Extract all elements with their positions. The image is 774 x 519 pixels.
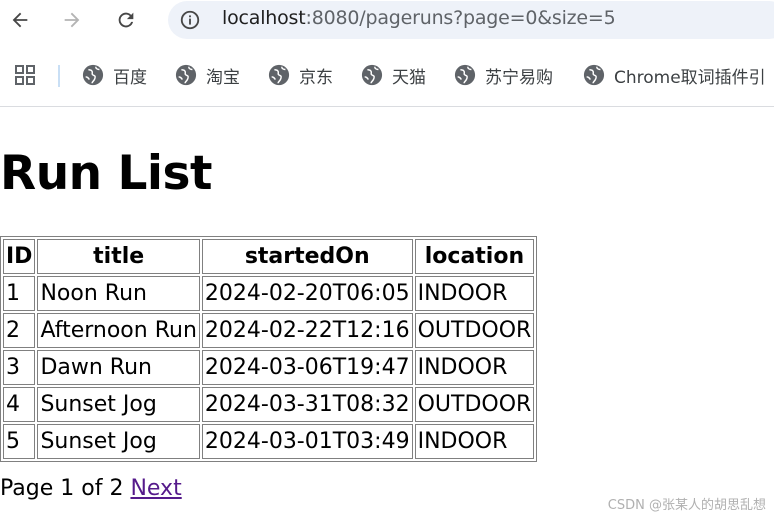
cell-started-on: 2024-03-01T03:49 — [201, 424, 413, 459]
column-header-started-on: startedOn — [201, 239, 413, 274]
cell-title: Sunset Jog — [37, 424, 200, 459]
table-row: 3 Dawn Run 2024-03-06T19:47 INDOOR — [3, 350, 535, 385]
reload-icon — [118, 12, 134, 28]
column-header-title: title — [37, 239, 200, 274]
address-bar[interactable]: localhost:8080/pageruns?page=0&size=5 — [168, 1, 774, 39]
bookmark-label: 京东 — [299, 67, 333, 88]
globe-icon — [82, 64, 104, 86]
cell-id: 5 — [3, 424, 36, 459]
globe-icon — [268, 64, 290, 86]
bookmark-item[interactable]: Chrome取词插件引 — [583, 62, 766, 88]
bookmark-item[interactable]: 天猫 — [361, 62, 426, 88]
cell-id: 3 — [3, 350, 36, 385]
url-path: :8080/pageruns?page=0&size=5 — [305, 7, 616, 29]
bookmark-label: Chrome取词插件引 — [614, 67, 766, 88]
browser-toolbar: localhost:8080/pageruns?page=0&size=5 — [0, 0, 774, 40]
bookmark-label: 百度 — [113, 67, 147, 88]
table-row: 5 Sunset Jog 2024-03-01T03:49 INDOOR — [3, 424, 535, 459]
cell-location: INDOOR — [414, 424, 535, 459]
site-info-icon[interactable] — [178, 8, 202, 32]
bookmarks-bar: 百度 淘宝 京东 天猫 苏宁易购 Chrome取词插件引 — [0, 56, 774, 96]
bookmark-label: 天猫 — [392, 67, 426, 88]
back-button[interactable] — [4, 4, 36, 36]
arrow-left-icon — [12, 12, 28, 28]
browser-chrome: localhost:8080/pageruns?page=0&size=5 百度… — [0, 0, 774, 107]
globe-icon — [583, 64, 605, 86]
page-title: Run List — [0, 146, 212, 201]
cell-location: INDOOR — [414, 276, 535, 311]
cell-title: Noon Run — [37, 276, 200, 311]
cell-location: OUTDOOR — [414, 387, 535, 422]
cell-started-on: 2024-03-31T08:32 — [201, 387, 413, 422]
cell-location: OUTDOOR — [414, 313, 535, 348]
cell-started-on: 2024-02-20T06:05 — [201, 276, 413, 311]
cell-id: 1 — [3, 276, 36, 311]
next-page-link[interactable]: Next — [130, 476, 181, 501]
cell-title: Afternoon Run — [37, 313, 200, 348]
pagination-text: Page 1 of 2 — [0, 476, 124, 501]
page-content: Run List ID title startedOn location 1 N… — [0, 107, 774, 519]
bookmark-item[interactable]: 淘宝 — [175, 62, 240, 88]
reload-button[interactable] — [110, 4, 142, 36]
table-row: 2 Afternoon Run 2024-02-22T12:16 OUTDOOR — [3, 313, 535, 348]
globe-icon — [175, 64, 197, 86]
column-header-id: ID — [3, 239, 36, 274]
bookmark-item[interactable]: 百度 — [82, 62, 147, 88]
column-header-location: location — [414, 239, 535, 274]
bookmarks-divider — [58, 65, 60, 87]
cell-started-on: 2024-02-22T12:16 — [201, 313, 413, 348]
url-host: localhost — [222, 7, 306, 29]
table-header-row: ID title startedOn location — [3, 239, 535, 274]
globe-icon — [454, 64, 476, 86]
table-row: 4 Sunset Jog 2024-03-31T08:32 OUTDOOR — [3, 387, 535, 422]
bookmark-label: 苏宁易购 — [485, 67, 553, 88]
watermark: CSDN @张某人的胡思乱想 — [607, 498, 766, 513]
arrow-right-icon — [64, 12, 80, 28]
bookmark-item[interactable]: 京东 — [268, 62, 333, 88]
apps-grid-icon[interactable] — [14, 64, 36, 86]
globe-icon — [361, 64, 383, 86]
forward-button[interactable] — [56, 4, 88, 36]
cell-title: Sunset Jog — [37, 387, 200, 422]
runs-table: ID title startedOn location 1 Noon Run 2… — [0, 236, 538, 462]
table-row: 1 Noon Run 2024-02-20T06:05 INDOOR — [3, 276, 535, 311]
cell-title: Dawn Run — [37, 350, 200, 385]
cell-id: 2 — [3, 313, 36, 348]
bookmark-label: 淘宝 — [206, 67, 240, 88]
bookmark-item[interactable]: 苏宁易购 — [454, 62, 553, 88]
url-text[interactable]: localhost:8080/pageruns?page=0&size=5 — [222, 7, 616, 29]
cell-location: INDOOR — [414, 350, 535, 385]
pagination: Page 1 of 2 Next — [0, 474, 182, 504]
cell-started-on: 2024-03-06T19:47 — [201, 350, 413, 385]
cell-id: 4 — [3, 387, 36, 422]
